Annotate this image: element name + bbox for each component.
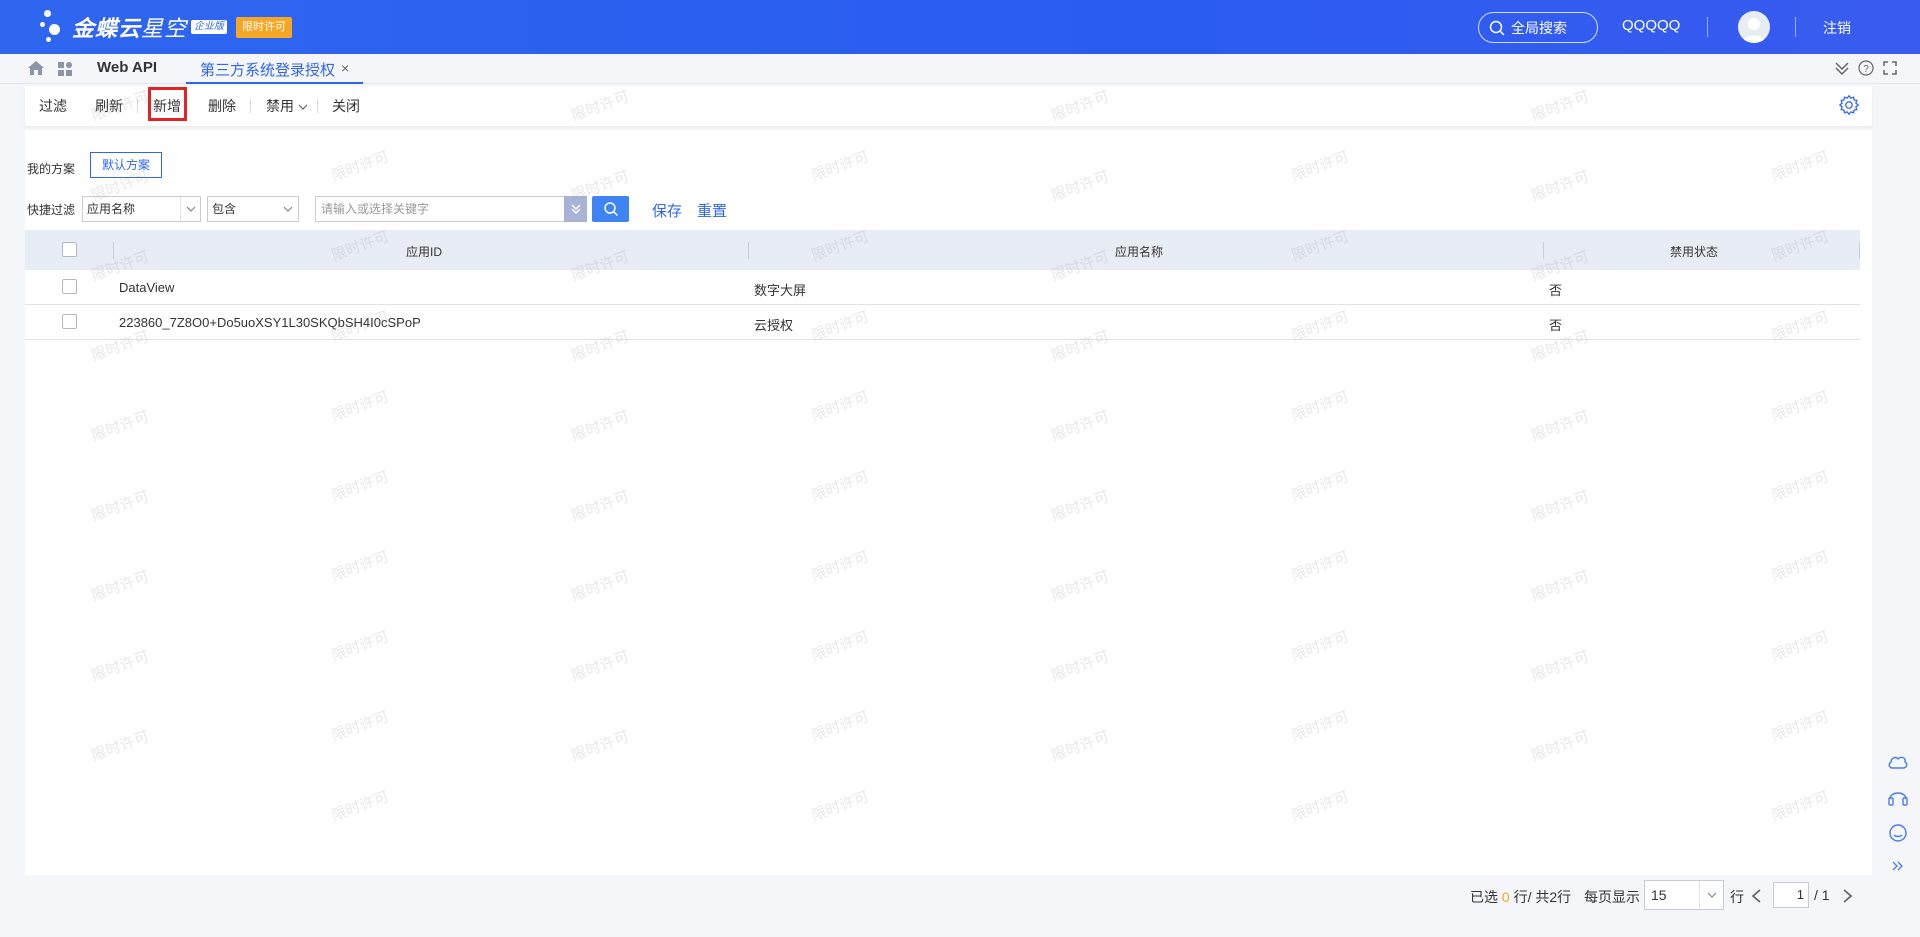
- svg-text:?: ?: [1863, 64, 1869, 75]
- search-icon: [603, 202, 618, 217]
- divider: [113, 242, 114, 259]
- divider: [1543, 242, 1544, 259]
- toolbar: 过滤 刷新 新增 删除 禁用 关闭: [25, 86, 1872, 126]
- selected-count: 0: [1501, 889, 1510, 905]
- divider: [250, 99, 251, 113]
- main-panel: 我的方案 默认方案 快捷过滤 应用名称 包含 请输入或选择关键字 保存 重置 应…: [25, 130, 1872, 875]
- column-header-app-name[interactable]: 应用名称: [1115, 243, 1163, 260]
- default-scheme-button[interactable]: 默认方案: [90, 152, 162, 178]
- total-pages: / 1: [1814, 887, 1830, 903]
- edition-badge: 企业版: [191, 20, 228, 34]
- username[interactable]: QQQQQ: [1622, 17, 1680, 34]
- table-row[interactable]: DataView 数字大屏 否: [25, 270, 1860, 305]
- cell-disabled-status: 否: [1549, 318, 1563, 333]
- grid-header: 应用ID 应用名称 禁用状态: [25, 230, 1860, 270]
- divider: [1859, 242, 1860, 259]
- row-checkbox[interactable]: [62, 279, 77, 294]
- top-header: 金蝶云星空 企业版 限时许可 全局搜索 QQQQQ 注销: [0, 0, 1920, 54]
- page-size-label: 每页显示: [1584, 889, 1640, 905]
- close-icon[interactable]: ×: [341, 59, 349, 77]
- global-search-button[interactable]: 全局搜索: [1478, 12, 1598, 43]
- save-filter-button[interactable]: 保存: [652, 200, 682, 221]
- cell-disabled-status: 否: [1549, 283, 1563, 298]
- delete-button[interactable]: 删除: [208, 96, 236, 116]
- row-unit-label: 行: [1730, 889, 1744, 905]
- chevron-down-icon: [298, 104, 308, 110]
- page-size-value: 15: [1651, 887, 1667, 903]
- cell-app-id: 223860_7Z8O0+Do5uoXSY1L30SKQbSH4I0cSPoP: [119, 315, 421, 330]
- search-button[interactable]: [592, 196, 629, 222]
- floating-tools: [1883, 753, 1913, 872]
- chevron-left-icon[interactable]: [1750, 888, 1762, 904]
- divider: [1795, 17, 1796, 37]
- tab-webapi[interactable]: Web API: [97, 59, 157, 76]
- logo-icon: [40, 10, 70, 44]
- expand-icon[interactable]: [1882, 60, 1898, 76]
- divider: [748, 242, 749, 259]
- cell-app-id: DataView: [119, 280, 175, 295]
- filter-field-select[interactable]: 应用名称: [82, 196, 201, 222]
- divider: [1707, 17, 1708, 37]
- global-search-label: 全局搜索: [1511, 19, 1567, 36]
- disable-dropdown[interactable]: 禁用: [266, 96, 308, 116]
- disable-label: 禁用: [266, 98, 294, 114]
- chevron-down-double-icon[interactable]: [1834, 60, 1850, 76]
- page-size-select[interactable]: 15: [1644, 880, 1724, 910]
- apps-grid-icon[interactable]: [57, 61, 73, 77]
- home-icon[interactable]: [27, 60, 45, 76]
- cell-app-name: 云授权: [754, 318, 794, 333]
- highlight-box: [148, 87, 187, 121]
- keyword-dropdown-button[interactable]: [564, 196, 587, 222]
- logo-text: 金蝶云星空: [72, 16, 188, 41]
- data-grid: 应用ID 应用名称 禁用状态 DataView 数字大屏 否 223860_7Z…: [25, 230, 1860, 340]
- reset-filter-button[interactable]: 重置: [697, 200, 727, 221]
- logo: 金蝶云星空 企业版: [40, 10, 228, 44]
- divider: [137, 99, 138, 113]
- avatar[interactable]: [1738, 11, 1770, 43]
- column-header-app-id[interactable]: 应用ID: [406, 243, 442, 260]
- tabbar-tools: ?: [1834, 60, 1898, 76]
- logout-button[interactable]: 注销: [1823, 18, 1851, 38]
- tab-label: 第三方系统登录授权: [200, 62, 336, 79]
- chevron-right-icon[interactable]: [1842, 888, 1854, 904]
- filter-operator-select[interactable]: 包含: [207, 196, 299, 222]
- refresh-button[interactable]: 刷新: [95, 96, 123, 116]
- quick-filter-label: 快捷过滤: [27, 203, 76, 217]
- search-icon: [1489, 20, 1505, 36]
- trial-badge: 限时许可: [236, 17, 292, 38]
- chevron-double-right-icon[interactable]: [1891, 860, 1905, 872]
- chevron-down-double-icon: [570, 204, 581, 215]
- row-checkbox[interactable]: [62, 314, 77, 329]
- column-header-disabled-status[interactable]: 禁用状态: [1670, 243, 1718, 260]
- help-icon[interactable]: ?: [1858, 60, 1874, 76]
- chat-icon[interactable]: [1887, 823, 1909, 845]
- cell-app-name: 数字大屏: [754, 283, 807, 298]
- page-number-input[interactable]: 1: [1773, 882, 1809, 908]
- cloud-icon[interactable]: [1887, 753, 1909, 771]
- headset-icon[interactable]: [1887, 786, 1909, 808]
- filter-field-value: 应用名称: [87, 202, 136, 216]
- chevron-down-icon: [1699, 881, 1723, 909]
- chevron-down-icon: [180, 197, 200, 221]
- keyword-input[interactable]: 请输入或选择关键字: [315, 196, 566, 222]
- close-button[interactable]: 关闭: [332, 96, 360, 116]
- tab-bar: Web API 第三方系统登录授权 × ?: [0, 54, 1920, 84]
- scheme-label: 我的方案: [27, 162, 76, 176]
- user-icon: [1742, 18, 1766, 43]
- table-row[interactable]: 223860_7Z8O0+Do5uoXSY1L30SKQbSH4I0cSPoP …: [25, 305, 1860, 340]
- divider: [317, 99, 318, 113]
- gear-icon[interactable]: [1838, 94, 1860, 116]
- filter-button[interactable]: 过滤: [39, 96, 67, 116]
- selection-summary: 已选 0 行/ 共2行: [1470, 889, 1572, 905]
- select-all-checkbox[interactable]: [62, 242, 77, 257]
- tab-third-party-login-auth[interactable]: 第三方系统登录授权 ×: [186, 54, 364, 84]
- chevron-down-icon: [278, 197, 298, 221]
- filter-operator-value: 包含: [212, 202, 237, 216]
